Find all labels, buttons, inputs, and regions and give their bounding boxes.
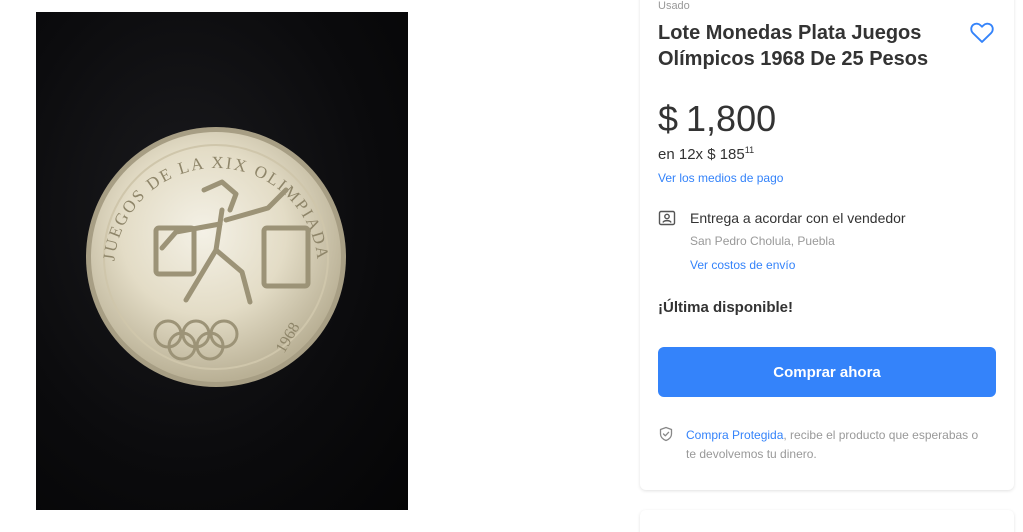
- heart-icon: [970, 22, 994, 43]
- product-page: JUEGOS DE LA XIX OLIMPIADA 1968 Usado Lo…: [0, 0, 1023, 532]
- price: $ 1,800: [658, 98, 776, 140]
- installments: en 12x $ 18511: [658, 145, 754, 163]
- installments-text: en 12x $ 185: [658, 146, 745, 163]
- protected-purchase-link[interactable]: Compra Protegida: [686, 428, 783, 442]
- product-image[interactable]: JUEGOS DE LA XIX OLIMPIADA 1968: [36, 12, 408, 510]
- favorite-button[interactable]: [968, 18, 996, 46]
- product-title: Lote Monedas Plata Juegos Olímpicos 1968…: [658, 22, 929, 70]
- coin-photo: JUEGOS DE LA XIX OLIMPIADA 1968: [86, 127, 346, 387]
- price-amount: 1,800: [686, 98, 777, 139]
- delivery-title: Entrega a acordar con el vendedor: [690, 210, 906, 226]
- shipping-costs-link[interactable]: Ver costos de envío: [690, 258, 795, 272]
- shield-check-icon: [659, 426, 673, 442]
- condition-label: Usado: [658, 0, 690, 12]
- payment-methods-link[interactable]: Ver los medios de pago: [658, 171, 783, 185]
- purchase-protection: Compra Protegida, recibe el producto que…: [686, 426, 986, 464]
- buy-now-button[interactable]: Comprar ahora: [658, 347, 996, 397]
- delivery-location: San Pedro Cholula, Puebla: [690, 234, 835, 248]
- installments-cents: 11: [744, 145, 755, 155]
- stock-label: ¡Última disponible!: [658, 299, 793, 316]
- price-currency: $: [658, 98, 679, 139]
- secondary-card: [640, 510, 1014, 532]
- store-pickup-icon: [658, 210, 676, 226]
- product-info-card: Usado Lote Monedas Plata Juegos Olímpico…: [640, 0, 1014, 490]
